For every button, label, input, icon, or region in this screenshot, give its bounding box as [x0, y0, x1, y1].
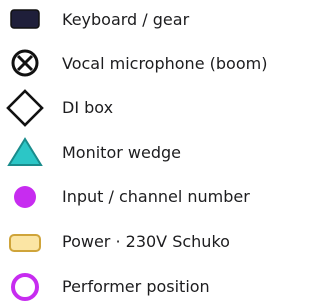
- keyboard-gear-icon: [10, 9, 40, 29]
- vocal-microphone-icon: [11, 49, 39, 77]
- legend-item-di-box: DI box: [0, 88, 295, 128]
- power-outlet-icon: [9, 234, 41, 252]
- legend-item-power: Power · 230V Schuko: [0, 222, 295, 262]
- legend-label-keyboard: Keyboard / gear: [62, 10, 190, 29]
- performer-position-icon: [11, 273, 39, 301]
- stage-plot-legend: Keyboard / gear Vocal microphone (boom) …: [0, 0, 295, 301]
- legend-item-vocal-mic: Vocal microphone (boom): [0, 44, 295, 84]
- legend-item-monitor-wedge: Monitor wedge: [0, 133, 295, 173]
- legend-item-performer: Performer position: [0, 267, 295, 307]
- legend-label-input: Input / channel number: [62, 187, 250, 206]
- legend-label-vocal-mic: Vocal microphone (boom): [62, 54, 268, 73]
- legend-label-power: Power · 230V Schuko: [62, 232, 230, 251]
- di-box-icon: [6, 89, 44, 127]
- legend-label-performer: Performer position: [62, 277, 210, 296]
- legend-item-keyboard: Keyboard / gear: [0, 0, 295, 40]
- input-channel-icon: [14, 186, 36, 208]
- monitor-wedge-icon: [7, 137, 43, 166]
- legend-label-monitor-wedge: Monitor wedge: [62, 143, 181, 162]
- legend-item-input: Input / channel number: [0, 177, 295, 217]
- legend-label-di-box: DI box: [62, 98, 114, 117]
